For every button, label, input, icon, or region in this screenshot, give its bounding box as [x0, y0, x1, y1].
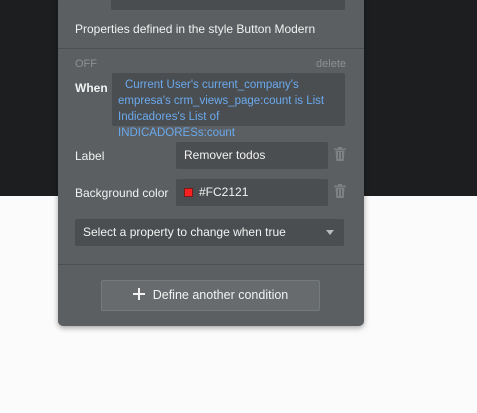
- trash-icon[interactable]: [334, 147, 346, 161]
- background-color-input[interactable]: #FC2121: [176, 179, 328, 206]
- background-color-field-label: Background color: [75, 186, 169, 200]
- previous-condition-field[interactable]: [111, 0, 345, 10]
- plus-icon: [132, 288, 145, 300]
- divider: [58, 264, 364, 265]
- property-select-dropdown[interactable]: Select a property to change when true: [75, 219, 344, 246]
- condition-expression-field[interactable]: Current User's current_company's empresa…: [112, 73, 345, 139]
- when-label: When: [75, 81, 108, 95]
- divider: [58, 48, 364, 49]
- conditional-properties-panel: Properties defined in the style Button M…: [58, 0, 364, 326]
- section-title: Properties defined in the style Button M…: [75, 22, 316, 36]
- define-another-condition-button[interactable]: Define another condition: [101, 280, 320, 311]
- color-swatch[interactable]: [184, 188, 193, 197]
- chevron-down-icon: [326, 230, 334, 235]
- property-select-placeholder: Select a property to change when true: [83, 225, 286, 239]
- background-color-value: #FC2121: [199, 185, 249, 199]
- trash-icon[interactable]: [334, 184, 346, 198]
- define-button-label: Define another condition: [152, 288, 289, 302]
- label-field-label: Label: [75, 149, 105, 163]
- delete-condition-link[interactable]: delete: [316, 58, 346, 70]
- label-value-input[interactable]: Remover todos: [176, 142, 328, 169]
- condition-status: OFF: [75, 58, 97, 70]
